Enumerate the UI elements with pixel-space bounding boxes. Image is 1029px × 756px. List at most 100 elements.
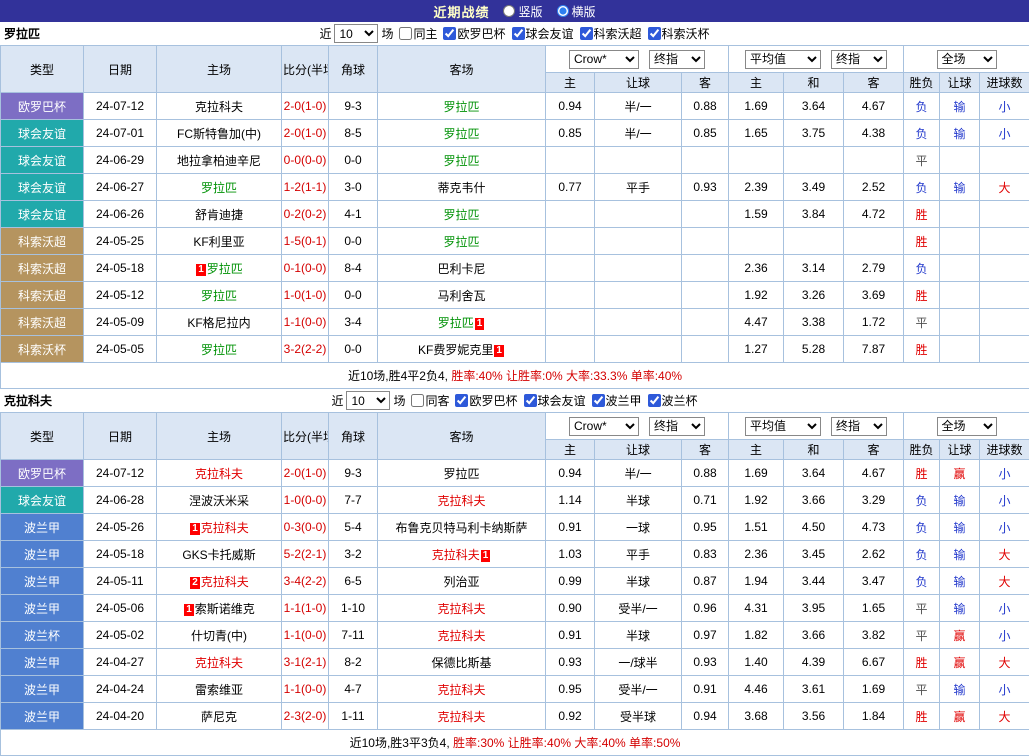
- same-venue-filter[interactable]: 同客: [411, 392, 449, 409]
- corner-score: 0-0: [329, 282, 378, 309]
- avg-source-select[interactable]: 平均值: [745, 50, 821, 69]
- home-team: 克拉科夫: [157, 93, 282, 120]
- home-team: 萨尼克: [157, 703, 282, 730]
- avg-away: 4.67: [844, 93, 904, 120]
- league-badge: 波兰甲: [1, 541, 84, 568]
- league-filter-label: 球会友谊: [538, 392, 586, 409]
- avg-time-select[interactable]: 终指: [831, 50, 887, 69]
- home-team: 罗拉匹: [157, 282, 282, 309]
- league-checkbox[interactable]: [648, 394, 661, 407]
- result-goals: [980, 282, 1029, 309]
- match-score: 1-1(1-0): [282, 595, 329, 622]
- league-filter-label: 球会友谊: [526, 25, 574, 42]
- result-wdl: 胜: [904, 282, 940, 309]
- result-goals: [980, 228, 1029, 255]
- fulltime-select[interactable]: 全场: [937, 417, 997, 436]
- match-date: 24-05-26: [84, 514, 157, 541]
- odds-away: 0.83: [682, 541, 729, 568]
- team-name-label: 罗拉匹: [4, 25, 40, 42]
- horizontal-radio[interactable]: [557, 5, 569, 17]
- match-date: 24-04-27: [84, 649, 157, 676]
- odds-source-select[interactable]: Crow*: [569, 417, 639, 436]
- corner-score: 1-10: [329, 595, 378, 622]
- vertical-radio[interactable]: [503, 5, 515, 17]
- league-checkbox[interactable]: [524, 394, 537, 407]
- avg-home: [729, 147, 784, 174]
- subcol-result-goals: 进球数: [980, 440, 1029, 460]
- avg-draw: 3.26: [784, 282, 844, 309]
- team-name: 克拉科夫: [201, 521, 249, 535]
- same-venue-checkbox[interactable]: [399, 27, 412, 40]
- result-wdl: 负: [904, 93, 940, 120]
- red-card-badge: 1: [184, 604, 194, 616]
- odds-time-select[interactable]: 终指: [649, 417, 705, 436]
- odds-home: 0.91: [546, 622, 595, 649]
- league-filter[interactable]: 球会友谊: [512, 25, 574, 42]
- league-checkbox[interactable]: [648, 27, 661, 40]
- corner-score: 8-4: [329, 255, 378, 282]
- league-filter[interactable]: 球会友谊: [524, 392, 586, 409]
- match-count-select[interactable]: 10: [346, 391, 390, 410]
- home-team: 2克拉科夫: [157, 568, 282, 595]
- odds-away: 0.95: [682, 514, 729, 541]
- corner-score: 9-3: [329, 93, 378, 120]
- league-checkbox[interactable]: [592, 394, 605, 407]
- odds-handicap: [595, 282, 682, 309]
- odds-time-select[interactable]: 终指: [649, 50, 705, 69]
- avg-away: 3.82: [844, 622, 904, 649]
- league-badge: 欧罗巴杯: [1, 460, 84, 487]
- home-team: 什切青(中): [157, 622, 282, 649]
- league-filter[interactable]: 波兰甲: [592, 392, 642, 409]
- odds-home: 0.94: [546, 93, 595, 120]
- avg-away: [844, 147, 904, 174]
- avg-home: 2.36: [729, 255, 784, 282]
- league-filter[interactable]: 波兰杯: [648, 392, 698, 409]
- red-card-badge: 1: [494, 345, 504, 357]
- match-date: 24-05-18: [84, 541, 157, 568]
- league-filter[interactable]: 欧罗巴杯: [455, 392, 517, 409]
- league-checkbox[interactable]: [512, 27, 525, 40]
- subcol-avg-away: 客: [844, 73, 904, 93]
- avg-draw: 3.44: [784, 568, 844, 595]
- same-venue-filter[interactable]: 同主: [399, 25, 437, 42]
- record-summary: 近10场,胜3平3负4,: [350, 736, 450, 750]
- league-filter[interactable]: 欧罗巴杯: [443, 25, 505, 42]
- odds-away: [682, 147, 729, 174]
- layout-radio-vertical[interactable]: 竖版: [503, 3, 542, 20]
- odds-home: 0.94: [546, 460, 595, 487]
- avg-away: 2.79: [844, 255, 904, 282]
- result-goals: [980, 147, 1029, 174]
- layout-radio-horizontal[interactable]: 横版: [557, 3, 596, 20]
- record-stats: 胜率:40% 让胜率:0% 大率:33.3% 单率:40%: [451, 369, 682, 383]
- away-team: 布鲁克贝特马利卡纳斯萨: [378, 514, 546, 541]
- team-name: 罗拉匹: [443, 100, 479, 114]
- odds-source-select[interactable]: Crow*: [569, 50, 639, 69]
- league-checkbox[interactable]: [443, 27, 456, 40]
- corner-score: 7-7: [329, 487, 378, 514]
- league-checkbox[interactable]: [455, 394, 468, 407]
- league-filter[interactable]: 科索沃杯: [648, 25, 710, 42]
- fulltime-select-cell: 全场: [904, 46, 1029, 73]
- league-badge: 波兰甲: [1, 514, 84, 541]
- league-filter-label: 波兰甲: [606, 392, 642, 409]
- odds-away: [682, 282, 729, 309]
- same-venue-checkbox[interactable]: [411, 394, 424, 407]
- avg-source-select[interactable]: 平均值: [745, 417, 821, 436]
- match-row: 波兰甲24-05-112克拉科夫3-4(2-2)6-5列治亚0.99半球0.87…: [1, 568, 1029, 595]
- team-name: 雷索维亚: [195, 683, 243, 697]
- team-name: 布鲁克贝特马利卡纳斯萨: [395, 521, 527, 535]
- match-date: 24-06-28: [84, 487, 157, 514]
- team-name: 地拉拿柏迪辛尼: [177, 154, 261, 168]
- fulltime-select[interactable]: 全场: [937, 50, 997, 69]
- odds-selects-cell: Crow* 终指: [546, 46, 729, 73]
- result-handicap: [940, 309, 980, 336]
- home-team: 舒肯迪捷: [157, 201, 282, 228]
- avg-time-select[interactable]: 终指: [831, 417, 887, 436]
- team-name: 克拉科夫: [437, 710, 485, 724]
- avg-draw: [784, 228, 844, 255]
- league-filter-label: 科索沃杯: [662, 25, 710, 42]
- match-count-select[interactable]: 10: [334, 24, 378, 43]
- league-checkbox[interactable]: [580, 27, 593, 40]
- league-filter[interactable]: 科索沃超: [580, 25, 642, 42]
- match-row: 球会友谊24-06-27罗拉匹1-2(1-1)3-0蒂克韦什0.77平手0.93…: [1, 174, 1029, 201]
